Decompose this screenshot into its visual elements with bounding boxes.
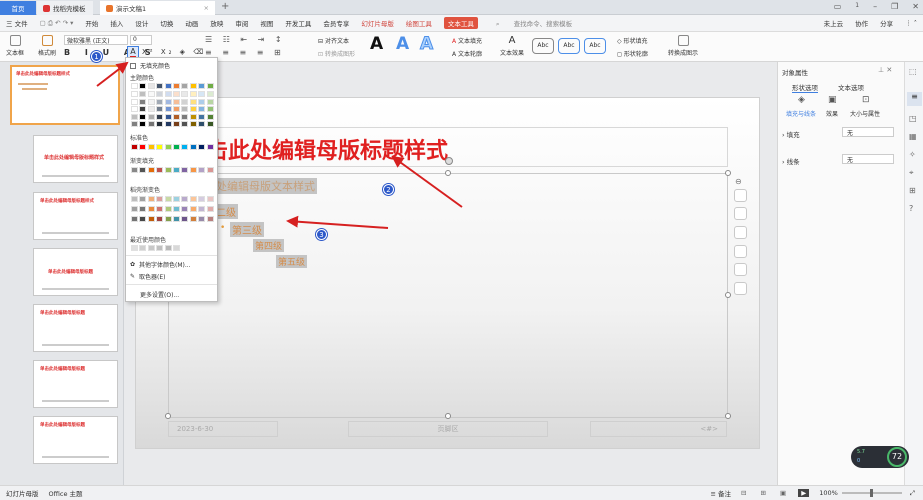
upload-speed: 5.7 [857, 449, 865, 455]
notes-icon: ≡ [710, 490, 719, 498]
download-speed: 0 [857, 458, 861, 464]
arrow-1 [96, 61, 129, 87]
speed-widget[interactable]: 5.7 0 72 [851, 446, 909, 468]
status-bar: 幻灯片母版 Office 主题 ≡ 备注 ⊟ ⊞ ▣ ▶ 100% ⤢ [0, 485, 923, 500]
annotation-arrows [96, 61, 463, 229]
fit-icon[interactable]: ⤢ [910, 489, 915, 498]
arrow-3 [286, 215, 389, 229]
arrow-2 [391, 155, 463, 208]
view-buttons[interactable]: ⊟ ⊞ ▣ [741, 489, 792, 497]
zoom-level[interactable]: 100% [819, 489, 838, 497]
status-theme: Office 主题 [48, 490, 83, 498]
zoom-slider[interactable] [841, 489, 902, 497]
zoom-thumb[interactable] [869, 489, 873, 497]
notes-button[interactable]: ≡ 备注 [711, 488, 732, 498]
play-button[interactable]: ▶ [798, 489, 810, 497]
speed-gauge: 72 [887, 447, 907, 467]
status-mode: 幻灯片母版 [6, 490, 39, 498]
